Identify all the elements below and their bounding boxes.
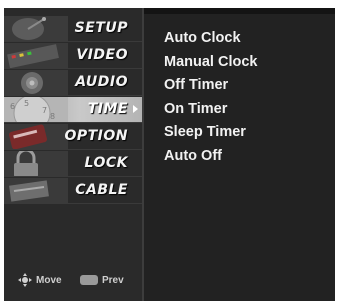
submenu-item-off-timer[interactable]: Off Timer	[164, 77, 257, 101]
menu-item-label: CABLE	[75, 182, 128, 198]
prev-label: Prev	[102, 275, 124, 286]
submenu-item-sleep-timer[interactable]: Sleep Timer	[164, 124, 257, 148]
menu-item-label: SETUP	[74, 20, 128, 36]
submenu-item-auto-clock[interactable]: Auto Clock	[164, 30, 257, 54]
cable-icon	[4, 178, 68, 203]
panel-divider	[142, 8, 144, 301]
menu-item-cable[interactable]: CABLE	[4, 178, 142, 204]
submenu-item-on-timer[interactable]: On Timer	[164, 101, 257, 125]
svg-text:7: 7	[42, 106, 47, 115]
menu-item-audio[interactable]: AUDIO	[4, 70, 142, 96]
menu-item-lock[interactable]: LOCK	[4, 151, 142, 177]
menu-item-video[interactable]: VIDEO	[4, 43, 142, 69]
time-submenu: Auto Clock Manual Clock Off Timer On Tim…	[164, 30, 257, 171]
move-label: Move	[36, 275, 62, 286]
menu-item-label: VIDEO	[76, 47, 128, 63]
menu-item-time[interactable]: 6 5 7 8 TIME	[4, 97, 142, 123]
menu-item-label: TIME	[87, 101, 128, 117]
tv-osd-screen: SETUP VIDEO AUDIO 6 5 7 8 TIME OPTION LO…	[4, 8, 335, 301]
menu-item-setup[interactable]: SETUP	[4, 16, 142, 42]
submenu-item-manual-clock[interactable]: Manual Clock	[164, 54, 257, 78]
svg-text:6: 6	[10, 102, 15, 111]
svg-text:5: 5	[24, 99, 29, 108]
menu-item-label: OPTION	[64, 128, 128, 144]
satellite-dish-icon	[4, 16, 68, 41]
speaker-icon	[4, 70, 68, 95]
clock-icon: 6 5 7 8	[4, 97, 68, 122]
option-icon	[4, 124, 68, 149]
menu-item-option[interactable]: OPTION	[4, 124, 142, 150]
menu-item-label: LOCK	[84, 155, 128, 171]
padlock-icon	[4, 151, 68, 176]
menu-key-icon	[80, 275, 98, 285]
svg-text:8: 8	[50, 112, 55, 121]
submenu-item-auto-off[interactable]: Auto Off	[164, 148, 257, 172]
menu-item-label: AUDIO	[75, 74, 128, 90]
navigation-pad-icon	[18, 273, 32, 287]
film-strip-icon	[4, 43, 68, 68]
chevron-right-icon	[133, 105, 138, 113]
footer-hint: Move Prev	[16, 273, 140, 290]
main-menu: SETUP VIDEO AUDIO 6 5 7 8 TIME OPTION LO…	[4, 8, 142, 301]
